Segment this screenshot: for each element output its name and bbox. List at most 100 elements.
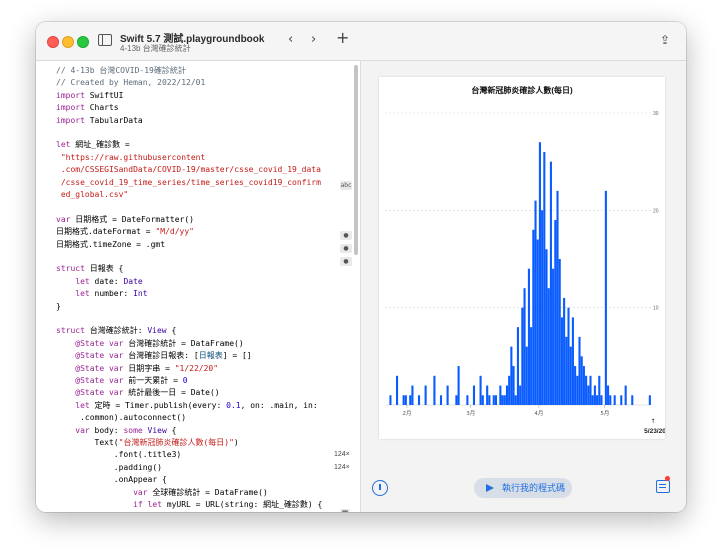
code-token: var	[108, 338, 124, 348]
result-count[interactable]: 124×	[334, 451, 350, 458]
code-line[interactable]: Text("台灣新冠肺炎確診人數(每日)")	[56, 437, 239, 449]
bar	[558, 259, 561, 405]
code-token: let	[75, 400, 90, 410]
grid-icon[interactable]: ▦	[340, 509, 350, 512]
code-line[interactable]: let date: Date	[56, 276, 143, 288]
code-token: let	[56, 140, 71, 150]
code-token: var	[108, 388, 124, 398]
bar	[486, 385, 489, 405]
bar	[519, 385, 522, 405]
sidebar-icon[interactable]	[98, 34, 112, 46]
zoom-window-button[interactable]	[77, 36, 89, 48]
arrow-up-icon: ↑	[650, 418, 655, 425]
chevron-left-icon[interactable]: ‹	[288, 32, 293, 48]
minimize-window-button[interactable]	[62, 36, 74, 48]
share-icon[interactable]: ⇪	[660, 32, 670, 48]
code-token: "台灣新冠肺炎確診人數(每日)"	[118, 438, 234, 447]
bar	[576, 375, 579, 405]
code-line[interactable]: @State var 台灣確診統計 = DataFrame()	[56, 338, 243, 350]
code-token: 統計最後一日 = Date()	[123, 388, 220, 398]
code-line[interactable]: @State var 統計最後一日 = Date()	[56, 387, 220, 399]
code-line[interactable]: ed_global.csv"	[56, 189, 128, 201]
code-token: @State	[56, 338, 109, 348]
code-line[interactable]: .common).autoconnect()	[56, 412, 186, 424]
bar	[510, 346, 513, 405]
speed-icon[interactable]	[372, 480, 388, 496]
code-line[interactable]: if let myURL = URL(string: 網址_確診數) {	[56, 499, 322, 511]
code-line[interactable]: var 日期格式 = DateFormatter()	[56, 214, 194, 226]
code-line[interactable]: .font(.title3)	[56, 449, 181, 461]
bar	[585, 375, 588, 405]
code-line[interactable]: var body: some View {	[56, 425, 176, 437]
bar	[565, 336, 568, 405]
code-line[interactable]: /csse_covid_19_time_series/time_series_c…	[56, 177, 321, 189]
code-token: import	[56, 103, 85, 113]
bar	[607, 385, 610, 405]
code-line[interactable]: 日期格式.dateFormat = "M/d/yy"	[56, 226, 194, 238]
bar	[536, 239, 539, 405]
code-token: 日報表 {	[84, 264, 124, 274]
code-token: /csse_covid_19_time_series/time_series_c…	[56, 177, 321, 187]
code-line[interactable]: // 4-13b 台灣COVID-19確診統計	[56, 65, 186, 77]
y-tick-label: 30	[653, 111, 659, 117]
code-line[interactable]: import SwiftUI	[56, 90, 123, 102]
code-line[interactable]: 日期格式.timeZone = .gmt	[56, 239, 165, 251]
code-line[interactable]: }	[56, 301, 61, 313]
code-token: 0.1	[226, 400, 241, 410]
bar	[631, 395, 634, 405]
code-token: var	[108, 351, 124, 361]
abc-badge[interactable]: abc	[340, 181, 352, 190]
bar	[624, 385, 627, 405]
code-line[interactable]: import TabularData	[56, 115, 143, 127]
bar	[525, 346, 528, 405]
code-token: "https://raw.githubusercontent	[56, 152, 206, 162]
notification-dot	[665, 476, 670, 481]
code-line[interactable]: "https://raw.githubusercontent	[56, 152, 206, 164]
code-token: var	[56, 214, 71, 224]
code-line[interactable]: let 網址_確診數 =	[56, 139, 130, 151]
result-count[interactable]: 124×	[334, 464, 350, 471]
code-line[interactable]: @State var 台灣確診日報表: [日報表] = []	[56, 350, 251, 362]
code-line[interactable]: import Charts	[56, 102, 119, 114]
result-badge[interactable]: ●	[340, 257, 352, 266]
code-token: let	[75, 289, 90, 299]
bottom-toolbar: 執行我的程式碼	[361, 458, 686, 512]
code-line[interactable]: struct 台灣確診統計: View {	[56, 325, 176, 337]
x-tick-label: 3月	[466, 410, 475, 417]
code-line[interactable]: @State var 日期字串 = "1/22/20"	[56, 363, 218, 375]
bar	[508, 375, 511, 405]
code-token: Date	[123, 276, 143, 286]
bar	[541, 210, 544, 405]
bar	[596, 395, 599, 405]
code-line[interactable]: .onAppear {	[56, 474, 167, 486]
bar	[446, 385, 449, 405]
bar	[532, 229, 535, 405]
code-line[interactable]: @State var 前一天累計 = 0	[56, 375, 187, 387]
playground-window: Swift 5.7 測試.playgroundbook 4-13b 台灣確診統計…	[36, 22, 686, 512]
console-log-icon[interactable]	[656, 480, 670, 493]
code-token: 全球確診統計 = DataFrame()	[147, 487, 268, 497]
code-token: 日期格式.dateFormat =	[56, 227, 156, 237]
result-badge[interactable]: ●	[340, 244, 352, 253]
bar	[560, 317, 563, 405]
code-line[interactable]: struct 日報表 {	[56, 263, 123, 275]
bar	[567, 307, 570, 405]
chevron-right-icon[interactable]: ›	[311, 32, 316, 48]
code-line[interactable]: .com/CSSEGISandData/COVID-19/master/csse…	[56, 164, 321, 176]
result-badge[interactable]: ●	[340, 231, 352, 240]
code-line[interactable]: // Created by Heman, 2022/12/01	[56, 77, 205, 89]
bar	[404, 395, 407, 405]
code-token: var	[108, 376, 124, 385]
close-window-button[interactable]	[47, 36, 59, 48]
code-line[interactable]: .padding()	[56, 462, 162, 474]
code-line[interactable]: let 定時 = Timer.publish(every: 0.1, on: .…	[56, 400, 317, 412]
plus-icon[interactable]: +	[336, 30, 349, 46]
editor-scrollbar[interactable]	[354, 65, 358, 255]
code-editor[interactable]: abc ● ● ● 124× 124× ▦ // 4-13b 台灣COVID-1…	[36, 61, 360, 512]
play-icon	[486, 484, 494, 492]
code-line[interactable]: let number: Int	[56, 288, 147, 300]
code-line[interactable]: var 全球確診統計 = DataFrame()	[56, 487, 268, 499]
run-code-button[interactable]: 執行我的程式碼	[474, 478, 572, 498]
bar	[547, 288, 550, 405]
